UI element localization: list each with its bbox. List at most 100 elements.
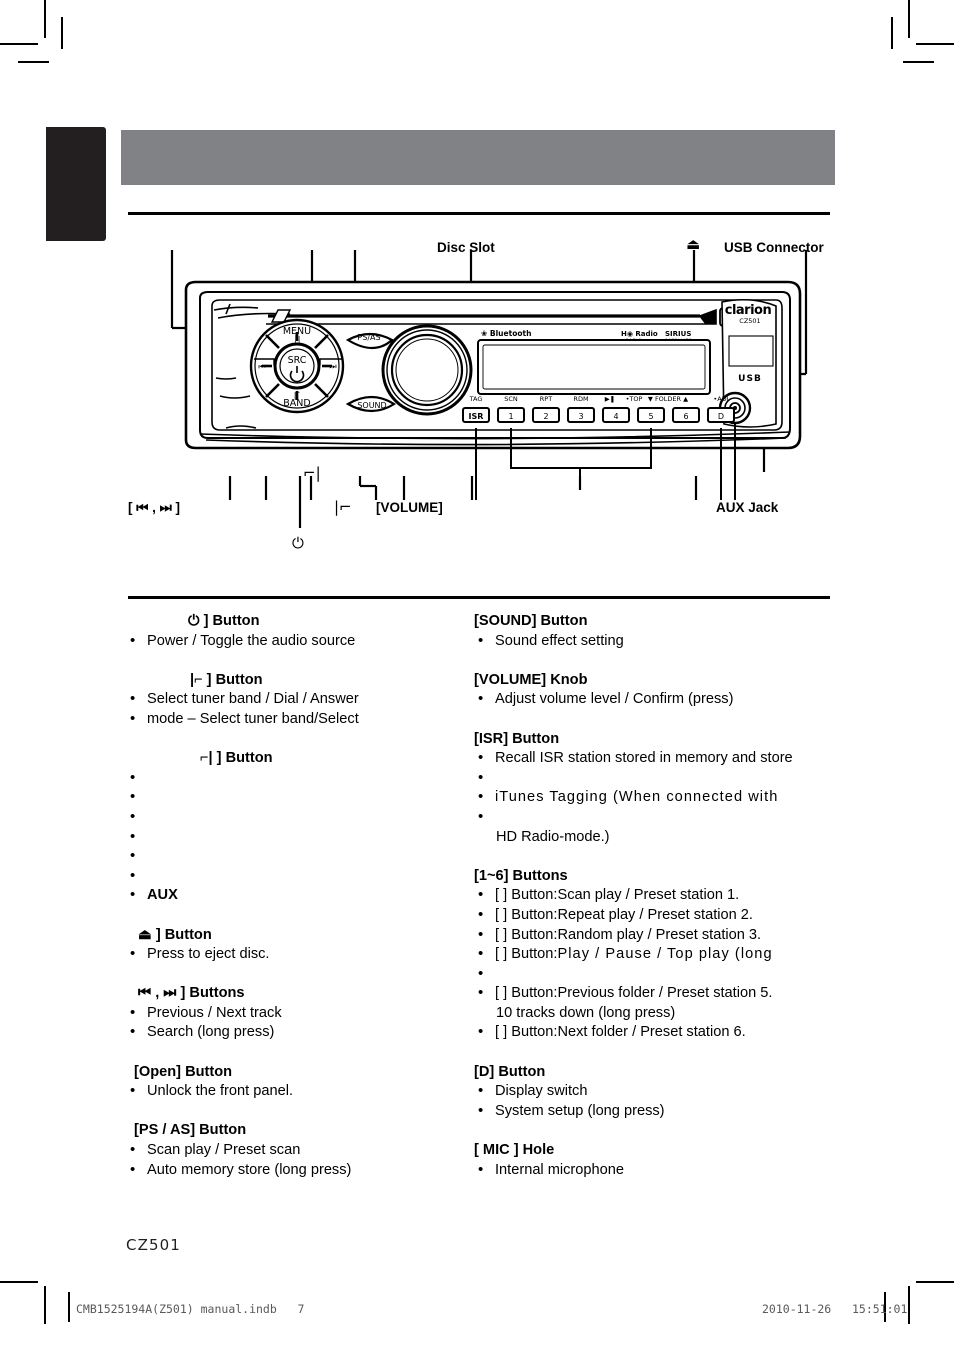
group-bullet-list: [ ] Button:Scan play / Preset station 1.… [474,885,834,1043]
svg-text:1: 1 [508,412,513,421]
button-key-label: [ ] Button: [495,1024,558,1041]
bullet-text: System setup (long press) [495,1102,665,1119]
bullet-text: Press to eject disc. [147,946,270,963]
svg-text:SRC: SRC [288,355,307,366]
bullet-item [474,768,834,789]
description-group: [1~6] Buttons[ ] Button:Scan play / Pres… [474,867,834,1043]
crop-mark-bleed-left-h [18,61,49,63]
bullet-text: Recall ISR station stored in memory and … [495,750,793,767]
group-heading: ⏮ , ⏭ ] Buttons [138,985,245,1002]
svg-text:USB: USB [738,374,762,384]
group-bullet-list: Sound effect setting [474,631,834,652]
group-bullet-list: Adjust volume level / Confirm (press) [474,689,834,710]
crop-mark-bottom-left-v [44,1286,46,1324]
svg-text:▼ FOLDER ▲: ▼ FOLDER ▲ [648,395,688,403]
bullet-item: Select tuner band / Dial / Answer [126,689,466,710]
description-group: [ MIC ] Hole Internal microphone [474,1141,834,1180]
bullet-item: [ ] Button:Random play / Preset station … [474,925,834,946]
svg-text:▶❚: ▶❚ [605,395,615,403]
group-bullet-list: Power / Toggle the audio source [126,631,466,652]
group-bullet-list: AUX [126,768,466,906]
svg-text:|⌜: |⌜ [294,391,301,400]
bullet-text: Search (long press) [147,1024,275,1041]
bullet-item [126,866,466,887]
group-bullet-list: Unlock the front panel. [126,1081,466,1102]
description-group: ⏮ , ⏭ ] Buttons Previous / Next track Sear… [126,984,466,1043]
svg-text:CZ501: CZ501 [739,317,760,325]
description-group: ⏻ ] Button Power / Toggle the audio sourc… [126,612,466,651]
bullet-item: [ ] Button:Play / Pause / Top play (long [474,944,834,965]
svg-text:SOUND: SOUND [357,401,386,410]
bullet-item: [ ] Button:Next folder / Preset station … [474,1022,834,1043]
page-title [135,142,815,174]
bullet-item: [ ] Button:Repeat play / Preset station … [474,905,834,926]
bullet-text: Power / Toggle the audio source [147,632,356,649]
bullet-text: Internal microphone [495,1161,624,1178]
group-heading: [ISR] Button [474,730,560,747]
bullet-text: Previous folder / Preset station 5. [557,985,773,1002]
svg-text:RDM: RDM [573,395,588,403]
bullet-item: Scan play / Preset scan [126,1140,466,1161]
bullet-item: [ ] Button:Previous folder / Preset stat… [474,983,834,1004]
callout-volume: [VOLUME] [376,500,443,515]
svg-text:SIRIUS: SIRIUS [665,330,691,338]
svg-text:RPT: RPT [540,395,552,403]
callout-disc-slot: Disc Slot [437,240,495,255]
svg-text:TAG: TAG [469,395,483,403]
bullet-item: Auto memory store (long press) [126,1160,466,1181]
bullet-item: Recall ISR station stored in memory and … [474,748,834,769]
crop-mark-bleed-left-v [61,17,63,49]
bullet-text: Repeat play / Preset station 2. [557,906,753,923]
description-group: [VOLUME] Knob Adjust volume level / Confi… [474,671,834,710]
svg-text:3: 3 [578,412,583,421]
bullet-item [126,787,466,808]
description-group: [Open] Button Unlock the front panel. [126,1063,466,1102]
group-bullet-list: Previous / Next track Search (long press) [126,1003,466,1043]
svg-text:2: 2 [543,412,548,421]
svg-text:clarion: clarion [725,303,772,318]
crop-mark-top-right-h [916,43,954,45]
svg-text:•ADJ: •ADJ [713,395,728,403]
crop-mark-top-left-h [0,43,38,45]
bullet-text: Sound effect setting [495,632,624,649]
section-divider [128,596,830,599]
svg-text:5: 5 [648,412,653,421]
group-heading: [ MIC ] Hole [474,1142,555,1159]
group-heading: ⏻ ] Button [188,613,260,629]
group-heading: [SOUND] Button [474,613,588,629]
svg-text:ISR: ISR [469,412,484,421]
bullet-item: Internal microphone [474,1160,834,1181]
callout-prev-next: [ ⏮ , ⏭ ] [128,500,181,515]
group-bullet-list: Display switch System setup (long press) [474,1081,834,1121]
crop-mark-top-left-v [44,0,46,38]
button-key-label: [ ] Button: [495,946,558,963]
head-unit-diagram: SRC MENU BAND |⌜ ⌡| ⏮ ⏭ PS/AS SOUND ❀ Bl… [0,228,954,568]
bullet-text: Play / Pause / Top play (long [557,946,773,963]
crop-mark-bottom-left-h [0,1281,38,1283]
description-group: [PS / AS] Button Scan play / Preset scan A… [126,1121,466,1180]
group-heading: [Open] Button [134,1063,233,1080]
svg-text:D: D [718,412,724,421]
bullet-text: Adjust volume level / Confirm (press) [495,691,734,708]
bullet-text: AUX [147,887,178,904]
group-bullet-list: Press to eject disc. [126,944,466,965]
header-divider [128,212,830,215]
bullet-item: Power / Toggle the audio source [126,631,466,652]
eject-icon: ⏏ [686,235,701,253]
bullet-text: mode – Select tuner band/Select [147,710,359,727]
description-group: |⌐ ] ButtonSelect tuner band / Dial / An… [126,671,466,730]
bullet-item: 10 tracks down (long press) [474,1004,834,1024]
group-bullet-list: Scan play / Preset scan Auto memory store… [126,1140,466,1181]
bullet-item: Search (long press) [126,1022,466,1043]
